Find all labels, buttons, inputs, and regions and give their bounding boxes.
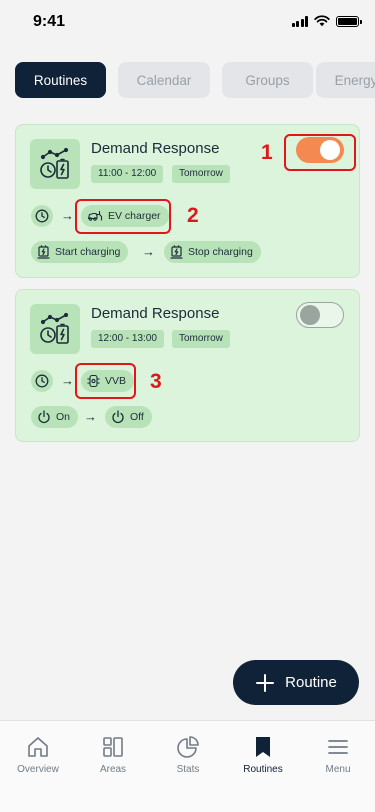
nav-overview-label: Overview xyxy=(17,764,59,775)
routine-card[interactable]: Demand Response 12:00 - 13:00 Tomorrow →… xyxy=(15,289,360,442)
menu-icon xyxy=(328,740,348,754)
annotation-number: 1 xyxy=(261,141,273,164)
nav-menu[interactable]: Menu xyxy=(303,735,373,775)
areas-icon xyxy=(103,737,123,757)
end-action-label: Off xyxy=(130,411,144,423)
clock-icon xyxy=(35,209,49,223)
add-routine-label: Routine xyxy=(285,674,337,691)
annotation-number: 2 xyxy=(187,204,199,227)
status-time: 9:41 xyxy=(33,13,66,30)
arrow-icon: → xyxy=(142,244,155,259)
nav-routines-label: Routines xyxy=(243,764,283,775)
arrow-icon: → xyxy=(61,373,74,388)
nav-menu-label: Menu xyxy=(325,764,351,775)
annotation-number: 3 xyxy=(150,370,162,393)
bottom-nav: Overview Areas Stats Routines Menu xyxy=(0,720,375,812)
tab-energy[interactable]: Energy xyxy=(316,62,375,98)
charging-icon xyxy=(170,245,183,259)
clock-pill xyxy=(31,370,53,392)
demand-response-icon xyxy=(30,139,80,189)
charging-icon xyxy=(37,245,50,259)
start-action-label: Start charging xyxy=(55,246,121,258)
arrow-icon: → xyxy=(61,208,74,223)
routine-title: Demand Response xyxy=(91,305,220,322)
arrow-icon: → xyxy=(84,409,97,424)
status-bar: 9:41 xyxy=(0,0,375,44)
plus-icon xyxy=(256,673,275,692)
time-range-chip: 11:00 - 12:00 xyxy=(91,165,164,183)
routine-enable-toggle[interactable] xyxy=(296,302,344,328)
day-chip: Tomorrow xyxy=(172,330,230,348)
nav-overview[interactable]: Overview xyxy=(3,735,73,775)
annotation-highlight xyxy=(284,134,356,171)
nav-stats[interactable]: Stats xyxy=(153,735,223,775)
add-routine-button[interactable]: Routine xyxy=(233,660,359,705)
cellular-signal-icon xyxy=(291,15,308,27)
start-action-label: On xyxy=(56,411,71,423)
nav-routines[interactable]: Routines xyxy=(228,735,298,775)
end-action-pill[interactable]: Off xyxy=(105,406,152,428)
start-action-pill[interactable]: On xyxy=(31,406,79,428)
end-action-label: Stop charging xyxy=(188,246,253,258)
annotation-highlight xyxy=(75,199,171,234)
power-icon xyxy=(38,410,50,424)
tab-groups[interactable]: Groups xyxy=(222,62,313,98)
nav-stats-label: Stats xyxy=(176,764,200,775)
tab-routines[interactable]: Routines xyxy=(15,62,106,98)
clock-icon xyxy=(35,374,49,388)
routine-title: Demand Response xyxy=(91,140,220,157)
battery-icon xyxy=(336,15,362,27)
nav-areas[interactable]: Areas xyxy=(78,735,148,775)
time-range-chip: 12:00 - 13:00 xyxy=(91,330,164,348)
annotation-highlight xyxy=(75,363,136,399)
day-chip: Tomorrow xyxy=(172,165,230,183)
start-action-pill[interactable]: Start charging xyxy=(31,241,129,263)
wifi-icon xyxy=(314,15,330,27)
demand-response-icon xyxy=(30,304,80,354)
tab-calendar[interactable]: Calendar xyxy=(118,62,210,98)
bookmark-icon xyxy=(256,737,270,757)
home-icon xyxy=(28,737,48,757)
power-icon xyxy=(112,410,124,424)
tab-bar: Routines Calendar Groups Energy xyxy=(15,62,375,98)
nav-areas-label: Areas xyxy=(99,764,127,775)
clock-pill xyxy=(31,205,53,227)
pie-chart-icon xyxy=(177,736,199,758)
end-action-pill[interactable]: Stop charging xyxy=(164,241,261,263)
